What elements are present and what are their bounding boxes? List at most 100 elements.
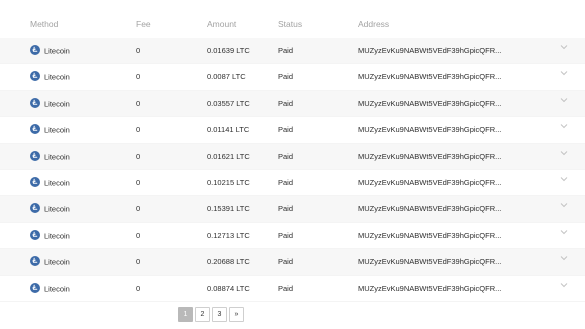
page-button-3[interactable]: 3 [212,307,227,322]
chevron-down-icon[interactable] [560,229,568,235]
table-row[interactable]: Litecoin 0 0.01621 LTC Paid MUZyzEvKu9NA… [0,143,585,170]
litecoin-icon [30,97,40,108]
amount-cell: 0.01639 LTC [207,46,250,55]
method-cell: Litecoin [30,91,70,116]
status-cell: Paid [278,98,294,108]
method-label: Litecoin [44,257,70,267]
page-button-1[interactable]: 1 [178,307,193,322]
chevron-down-icon[interactable] [560,176,568,182]
status-cell: Paid [278,204,294,214]
status-cell: Paid [278,177,294,187]
fee-cell: 0 [136,125,141,135]
table-row[interactable]: Litecoin 0 0.20688 LTC Paid MUZyzEvKu9NA… [0,249,585,276]
amount-cell: 0.20688 LTC [207,257,250,267]
address-cell: MUZyzEvKu9NABWt5VEdF39hGpicQFR... [358,230,502,240]
litecoin-icon [30,176,40,187]
method-label: Litecoin [44,125,70,135]
header-amount: Amount [207,19,237,29]
method-label: Litecoin [44,283,70,293]
table-row[interactable]: Litecoin 0 0.03557 LTC Paid MUZyzEvKu9NA… [0,90,585,118]
header-method: Method [30,19,59,29]
amount-cell: 0.08874 LTC [207,283,250,293]
table-row[interactable]: Litecoin 0 0.01141 LTC Paid MUZyzEvKu9NA… [0,117,585,144]
method-label: Litecoin [44,72,70,82]
amount-cell: 0.01141 LTC [207,125,250,135]
method-label: Litecoin [44,99,70,109]
litecoin-icon [30,229,40,240]
next-page-button[interactable]: » [229,307,244,322]
method-cell: Litecoin [30,276,70,301]
page-button-2[interactable]: 2 [195,307,210,322]
method-cell: Litecoin [30,117,70,142]
method-label: Litecoin [44,151,70,161]
table-row[interactable]: Litecoin 0 0.08874 LTC Paid MUZyzEvKu9NA… [0,275,585,302]
table-row[interactable]: Litecoin 0 0.01639 LTC Paid MUZyzEvKu9NA… [0,38,585,65]
status-cell: Paid [278,151,294,161]
chevron-down-icon[interactable] [560,44,568,50]
status-cell: Paid [278,257,294,267]
status-cell: Paid [278,230,294,240]
litecoin-icon [30,203,40,214]
header-status: Status [278,19,303,29]
method-cell: Litecoin [30,144,70,169]
litecoin-icon [30,45,40,56]
fee-cell: 0 [136,98,141,108]
fee-cell: 0 [136,257,141,267]
fee-cell: 0 [136,177,141,187]
litecoin-icon [30,71,40,82]
method-cell: Litecoin [30,38,70,63]
address-cell: MUZyzEvKu9NABWt5VEdF39hGpicQFR... [358,177,502,187]
amount-cell: 0.10215 LTC [207,177,250,187]
litecoin-icon [30,282,40,293]
chevron-down-icon[interactable] [560,255,568,261]
method-label: Litecoin [44,231,70,241]
table-row[interactable]: Litecoin 0 0.0087 LTC Paid MUZyzEvKu9NAB… [0,64,585,91]
address-cell: MUZyzEvKu9NABWt5VEdF39hGpicQFR... [358,283,502,293]
method-cell: Litecoin [30,223,70,248]
table-body: Litecoin 0 0.01639 LTC Paid MUZyzEvKu9NA… [0,38,585,302]
header-address: Address [358,19,390,29]
fee-cell: 0 [136,230,141,240]
amount-cell: 0.12713 LTC [207,230,250,240]
status-cell: Paid [278,72,294,82]
address-cell: MUZyzEvKu9NABWt5VEdF39hGpicQFR... [358,46,502,55]
method-cell: Litecoin [30,196,70,221]
litecoin-icon [30,124,40,135]
fee-cell: 0 [136,46,141,55]
chevron-down-icon[interactable] [560,202,568,208]
method-label: Litecoin [44,178,70,188]
pagination: 1 2 3» [178,307,244,322]
chevron-down-icon[interactable] [560,70,568,76]
address-cell: MUZyzEvKu9NABWt5VEdF39hGpicQFR... [358,257,502,267]
address-cell: MUZyzEvKu9NABWt5VEdF39hGpicQFR... [358,204,502,214]
table-row[interactable]: Litecoin 0 0.10215 LTC Paid MUZyzEvKu9NA… [0,169,585,197]
fee-cell: 0 [136,283,141,293]
chevron-down-icon[interactable] [560,123,568,129]
method-cell: Litecoin [30,170,70,195]
status-cell: Paid [278,283,294,293]
status-cell: Paid [278,46,294,55]
address-cell: MUZyzEvKu9NABWt5VEdF39hGpicQFR... [358,125,502,135]
litecoin-icon [30,256,40,267]
table-row[interactable]: Litecoin 0 0.15391 LTC Paid MUZyzEvKu9NA… [0,196,585,223]
fee-cell: 0 [136,72,141,82]
amount-cell: 0.0087 LTC [207,72,246,82]
chevron-down-icon[interactable] [560,282,568,288]
chevron-down-icon[interactable] [560,97,568,103]
status-cell: Paid [278,125,294,135]
transactions-table: Method Fee Amount Status Address Litecoi… [0,0,585,302]
address-cell: MUZyzEvKu9NABWt5VEdF39hGpicQFR... [358,151,502,161]
litecoin-icon [30,150,40,161]
method-cell: Litecoin [30,64,70,89]
address-cell: MUZyzEvKu9NABWt5VEdF39hGpicQFR... [358,98,502,108]
table-row[interactable]: Litecoin 0 0.12713 LTC Paid MUZyzEvKu9NA… [0,222,585,250]
header-fee: Fee [136,19,151,29]
amount-cell: 0.15391 LTC [207,204,250,214]
table-header: Method Fee Amount Status Address [0,0,585,38]
method-cell: Litecoin [30,249,70,274]
method-label: Litecoin [44,46,70,56]
chevron-down-icon[interactable] [560,150,568,156]
amount-cell: 0.01621 LTC [207,151,250,161]
fee-cell: 0 [136,204,141,214]
fee-cell: 0 [136,151,141,161]
